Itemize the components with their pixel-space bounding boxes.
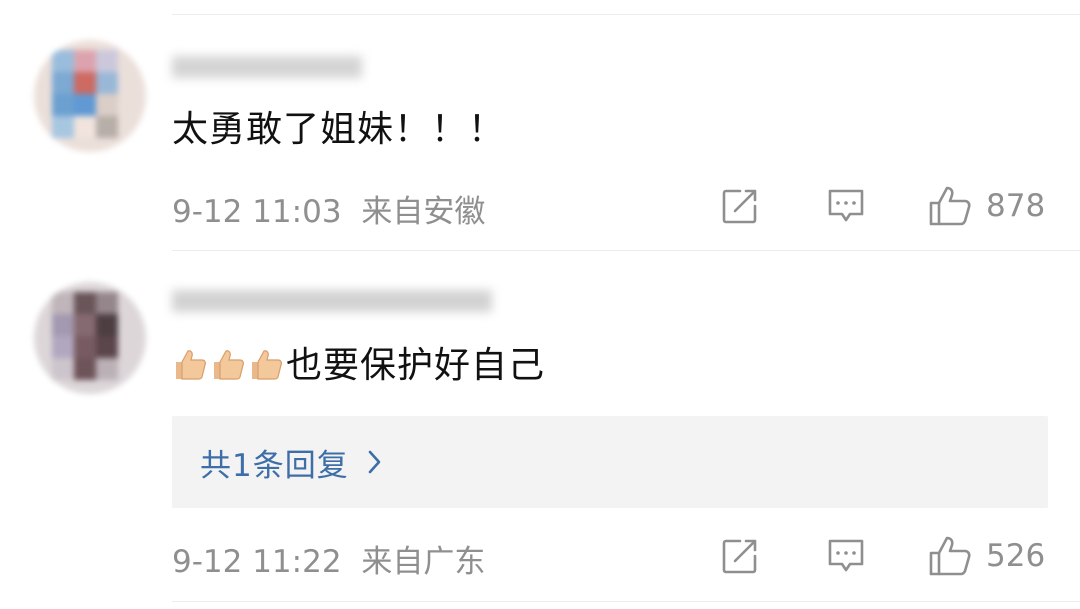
share-icon bbox=[722, 189, 757, 224]
top-divider bbox=[172, 14, 1080, 15]
replies-label: 共1条回复 bbox=[200, 447, 349, 484]
comment-location: 来自安徽 bbox=[361, 194, 486, 230]
like-button[interactable]: 526 bbox=[928, 534, 1045, 578]
comment-location: 来自广东 bbox=[361, 544, 486, 580]
comment-icon bbox=[828, 539, 864, 572]
comment-time: 9-12 11:03 bbox=[172, 194, 342, 230]
reply-button[interactable] bbox=[826, 536, 866, 576]
share-button[interactable] bbox=[720, 186, 760, 226]
bottom-divider bbox=[172, 601, 1080, 602]
comment-icon bbox=[828, 189, 864, 222]
comment-text-row: 也要保护好自己 bbox=[172, 344, 545, 393]
username-blurred[interactable] bbox=[172, 50, 372, 84]
thumbs-up-emoji-icon bbox=[210, 346, 246, 393]
avatar[interactable] bbox=[34, 282, 146, 394]
like-count: 878 bbox=[986, 188, 1046, 224]
chevron-right-icon bbox=[368, 450, 381, 474]
like-count: 526 bbox=[986, 538, 1046, 574]
thumbs-up-emoji-icon bbox=[248, 346, 284, 393]
share-button[interactable] bbox=[720, 536, 760, 576]
comment-text: 太勇敢了姐妹！！！ bbox=[172, 109, 506, 150]
replies-link[interactable]: 共1条回复 bbox=[172, 416, 1048, 508]
comment-text: 也要保护好自己 bbox=[286, 345, 546, 386]
username-blurred[interactable] bbox=[172, 284, 502, 318]
thumbs-up-emoji-icon bbox=[172, 346, 208, 393]
reply-button[interactable] bbox=[826, 186, 866, 226]
comment-meta: 9-12 11:03 来自安徽 bbox=[172, 186, 485, 231]
thumbs-up-icon bbox=[929, 536, 971, 576]
like-button[interactable]: 878 bbox=[928, 184, 1045, 228]
avatar[interactable] bbox=[34, 40, 146, 152]
comment-divider bbox=[172, 250, 1080, 251]
comment-meta: 9-12 11:22 来自广东 bbox=[172, 536, 485, 581]
thumbs-up-icon bbox=[929, 186, 971, 226]
comment-time: 9-12 11:22 bbox=[172, 544, 342, 580]
share-icon bbox=[722, 539, 757, 574]
